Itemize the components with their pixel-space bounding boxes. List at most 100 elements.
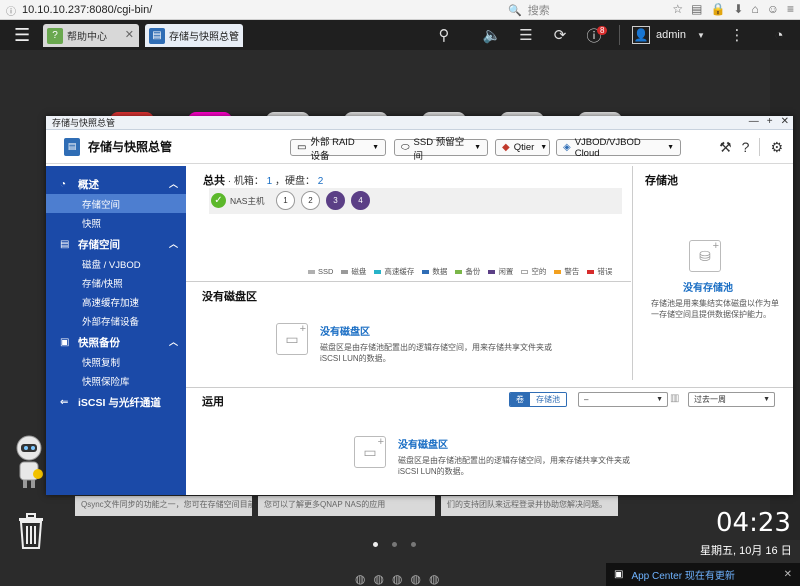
settings-gear-icon[interactable]: ⚙ — [770, 139, 783, 156]
username[interactable]: admin — [656, 29, 686, 41]
empty-description-line: 磁盘区是由存储池配置出的逻辑存储空间，用来存储共享文件夹或 — [398, 456, 630, 465]
empty-title[interactable]: 没有磁盘区 — [398, 436, 630, 451]
page-dot[interactable] — [411, 542, 416, 547]
dock-icon[interactable]: ◍ — [392, 572, 402, 586]
volume-icon[interactable]: 🔈 — [481, 24, 503, 46]
sync-icon[interactable]: ☺ — [767, 2, 779, 16]
ops-empty-state: ▭ + 没有磁盘区 磁盘区是由存储池配置出的逻辑存储空间，用来存储共享文件夹或 i… — [354, 436, 630, 477]
toggle-storage-pool[interactable]: 存储池 — [530, 393, 566, 406]
background-tasks-icon[interactable]: ☰ — [515, 24, 537, 46]
browser-search-box[interactable]: 🔍 搜索 — [508, 2, 648, 18]
search-icon[interactable]: ⚲ — [433, 24, 455, 46]
sidebar-item-snapshot-replica[interactable]: 快照复制 — [46, 352, 186, 371]
sidebar-group-iscsi[interactable]: ⇐ iSCSI 与光纤通道 — [46, 392, 186, 412]
tab-help-center[interactable]: ? 帮助中心 ✕ — [43, 24, 139, 47]
legend-swatch — [308, 269, 315, 274]
window-titlebar[interactable]: 存储与快照总管 — + ✕ — [46, 116, 793, 130]
chevron-up-icon[interactable]: ︿ — [169, 335, 178, 348]
minimize-icon[interactable]: — — [749, 116, 759, 127]
site-info-icon[interactable]: ⓘ — [4, 3, 18, 18]
tab-storage-snapshots[interactable]: ▤ 存储与快照总管 ✕ — [145, 24, 243, 47]
sidebar-item-storage-snapshots[interactable]: 存储/快照 — [46, 273, 186, 292]
dock-icon[interactable]: ◍ — [355, 572, 365, 586]
download-icon[interactable]: ⬇ — [733, 2, 743, 16]
legend-item: 备份 — [455, 266, 480, 277]
more-icon[interactable]: ⋮ — [726, 24, 748, 46]
snapshot-backup-icon: ▣ — [60, 336, 70, 348]
bookmark-star-icon[interactable]: ☆ — [672, 2, 683, 16]
close-icon[interactable]: ✕ — [784, 569, 792, 580]
sidebar-item-snapshot-vault[interactable]: 快照保险库 — [46, 371, 186, 390]
time-range-select[interactable]: 过去一周 ▼ — [688, 392, 775, 407]
empty-description-line: 磁盘区是由存储池配置出的逻辑存储空间，用来存储共享文件夹或 — [320, 343, 552, 352]
qtier-dropdown[interactable]: ◆ Qtier ▼ — [495, 139, 550, 156]
dock-icon[interactable]: ◍ — [410, 572, 420, 586]
chevron-down-icon: ▼ — [763, 396, 770, 403]
sidebar-group-storage[interactable]: ▤ 存储空间 ︿ — [46, 234, 186, 254]
storage-app-logo-icon: ▤ — [64, 137, 80, 156]
disk-bay-2[interactable]: 2 — [301, 191, 320, 210]
app-center-text[interactable]: App Center 现在有更新 — [631, 567, 734, 582]
chevron-up-icon[interactable]: ︿ — [169, 237, 178, 250]
notification-icon[interactable]: ⓘ 8 — [583, 24, 608, 46]
legend-swatch — [455, 269, 463, 274]
legend-label: 高速缓存 — [384, 267, 415, 276]
disk-bay-4[interactable]: 4 — [351, 191, 370, 210]
external-raid-dropdown[interactable]: ▭ 外部 RAID 设备 ▼ — [290, 137, 386, 162]
menu-icon[interactable]: ≡ — [787, 2, 794, 16]
lock-icon[interactable]: 🔒 — [710, 2, 725, 16]
toggle-volume[interactable]: 卷 — [510, 393, 530, 406]
app-center-notification[interactable]: ▣ App Center 现在有更新 ✕ — [606, 563, 800, 586]
close-icon[interactable]: ✕ — [781, 116, 789, 127]
legend-label: 备份 — [465, 267, 481, 276]
sidebar-group-snapshot-backup[interactable]: ▣ 快照备份 ︿ — [46, 332, 186, 352]
help-icon[interactable]: ? — [742, 139, 750, 155]
volume-select[interactable]: – ▼ — [578, 392, 668, 407]
maximize-icon[interactable]: + — [767, 116, 773, 127]
user-menu-chevron-icon[interactable]: ▼ — [690, 24, 712, 46]
no-storage-pool-link[interactable]: 没有存储池 — [683, 279, 733, 294]
legend-item: 错误 — [587, 266, 612, 277]
add-volume-icon[interactable]: ▭ + — [354, 436, 386, 468]
sidebar-item-disks-vjbod[interactable]: 磁盘 / VJBOD — [46, 254, 186, 273]
trash-icon[interactable] — [16, 512, 46, 550]
page-dot[interactable] — [392, 542, 397, 547]
calendar-icon[interactable]: ▥ — [670, 393, 679, 404]
user-avatar-icon[interactable]: 👤 — [632, 26, 651, 44]
summary-title: 总共 · 机箱： 1 ，硬盘： 2 — [203, 172, 323, 188]
legend-swatch — [488, 269, 496, 274]
tools-icon[interactable]: ⚒ — [719, 139, 732, 156]
chevron-down-icon: ▼ — [656, 396, 663, 403]
legend-swatch — [587, 269, 595, 274]
home-icon[interactable]: ⌂ — [751, 2, 758, 16]
vjbod-dropdown[interactable]: ◈ VJBOD/VJBOD Cloud ▼ — [556, 137, 681, 159]
sidebar-item-external-storage[interactable]: 外部存储设备 — [46, 311, 186, 330]
legend-item: 磁盘 — [341, 266, 366, 277]
address-bar[interactable]: ⓘ 10.10.10.237:8080/cgi-bin/ — [4, 2, 500, 18]
close-icon[interactable]: ✕ — [125, 28, 134, 41]
chevron-up-icon[interactable]: ︿ — [169, 177, 178, 190]
disk-bay-3[interactable]: 3 — [326, 191, 345, 210]
sidebar-item-label: 快照 — [82, 218, 102, 230]
sidebar-item-storage-space[interactable]: 存储空间 — [46, 194, 186, 213]
external-device-icon[interactable]: ⟳ — [549, 24, 571, 46]
sidebar-item-snapshot[interactable]: 快照 — [46, 213, 186, 232]
dashboard-icon[interactable]: ◔ — [768, 24, 790, 46]
sidebar-item-cache-acceleration[interactable]: 高速缓存加速 — [46, 292, 186, 311]
reading-list-icon[interactable]: ▤ — [691, 2, 702, 16]
close-icon[interactable]: ✕ — [229, 28, 238, 41]
add-volume-icon[interactable]: ▭ + — [276, 323, 308, 355]
robot-mascot-icon — [12, 434, 46, 490]
dock-icon[interactable]: ◍ — [373, 572, 383, 586]
ssd-overprovisioning-dropdown[interactable]: ⬭ SSD 预留空间 ▼ — [394, 137, 488, 162]
storage-pool-panel: 存储池 ⛁ + 没有存储池 存储池是用来集结实体磁盘以作为单一存储空间且提供数据保… — [632, 166, 793, 380]
add-storage-pool-icon[interactable]: ⛁ + — [689, 240, 721, 272]
legend-label: 数据 — [432, 267, 448, 276]
main-menu-icon[interactable]: ☰ — [14, 26, 34, 44]
disk-bay-1[interactable]: 1 — [276, 191, 295, 210]
disk-label: ，硬盘： — [275, 176, 316, 187]
dock-icon[interactable]: ◍ — [429, 572, 439, 586]
empty-title[interactable]: 没有磁盘区 — [320, 323, 552, 338]
page-dot[interactable] — [373, 542, 378, 547]
sidebar-group-overview[interactable]: ◔ 概述 ︿ — [46, 174, 186, 194]
